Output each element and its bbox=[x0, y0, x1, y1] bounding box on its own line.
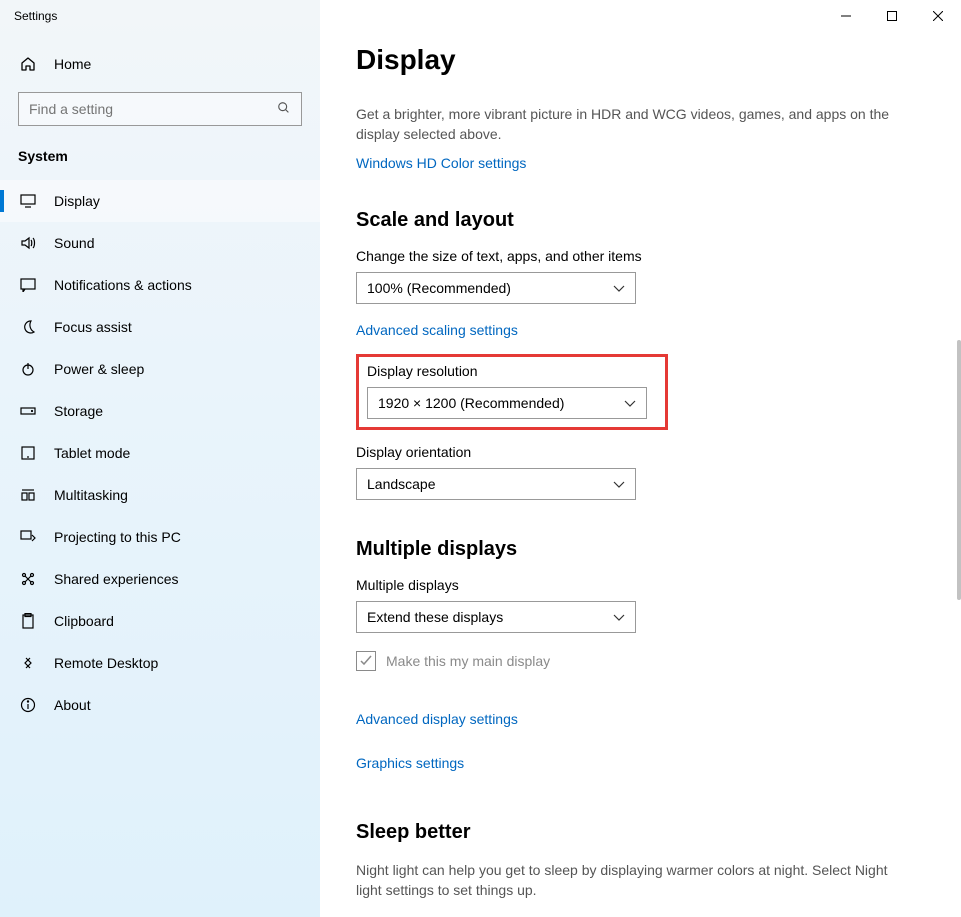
titlebar: Settings bbox=[0, 0, 961, 32]
text-size-select[interactable]: 100% (Recommended) bbox=[356, 272, 636, 304]
sidebar-item-storage[interactable]: Storage bbox=[0, 390, 320, 432]
power-icon bbox=[18, 361, 38, 377]
sidebar-item-label: Shared experiences bbox=[54, 571, 179, 587]
sidebar-item-label: About bbox=[54, 697, 91, 713]
resolution-value: 1920 × 1200 (Recommended) bbox=[378, 395, 564, 411]
sleep-text: Night light can help you get to sleep by… bbox=[356, 860, 916, 901]
sidebar-item-multitasking[interactable]: Multitasking bbox=[0, 474, 320, 516]
scrollbar-thumb[interactable] bbox=[957, 340, 961, 600]
multi-select[interactable]: Extend these displays bbox=[356, 601, 636, 633]
sidebar-item-clipboard[interactable]: Clipboard bbox=[0, 600, 320, 642]
chevron-down-icon bbox=[613, 609, 625, 625]
chevron-down-icon bbox=[613, 476, 625, 492]
info-icon bbox=[18, 697, 38, 713]
graphics-link[interactable]: Graphics settings bbox=[356, 755, 464, 771]
resolution-label: Display resolution bbox=[367, 363, 657, 379]
sidebar-item-label: Tablet mode bbox=[54, 445, 130, 461]
sidebar-item-label: Power & sleep bbox=[54, 361, 144, 377]
multi-label: Multiple displays bbox=[356, 577, 925, 593]
multitask-icon bbox=[18, 488, 38, 502]
project-icon bbox=[18, 530, 38, 544]
text-size-value: 100% (Recommended) bbox=[367, 280, 511, 296]
sidebar-item-remote[interactable]: Remote Desktop bbox=[0, 642, 320, 684]
advanced-display-link[interactable]: Advanced display settings bbox=[356, 711, 518, 727]
checkbox-label: Make this my main display bbox=[386, 653, 550, 669]
minimize-button[interactable] bbox=[823, 0, 869, 32]
sidebar-item-label: Multitasking bbox=[54, 487, 128, 503]
main-display-checkbox: Make this my main display bbox=[356, 651, 925, 671]
main-content: Display Get a brighter, more vibrant pic… bbox=[320, 0, 961, 917]
clipboard-icon bbox=[18, 613, 38, 629]
hdr-intro-text: Get a brighter, more vibrant picture in … bbox=[356, 104, 916, 145]
app-title: Settings bbox=[0, 9, 57, 23]
search-icon bbox=[277, 101, 291, 118]
search-input[interactable] bbox=[18, 92, 302, 126]
multi-heading: Multiple displays bbox=[356, 538, 925, 561]
search-field[interactable] bbox=[29, 101, 277, 117]
nav-list: Display Sound Notifications & actions Fo… bbox=[0, 180, 320, 726]
advanced-scaling-link[interactable]: Advanced scaling settings bbox=[356, 322, 518, 338]
orientation-select[interactable]: Landscape bbox=[356, 468, 636, 500]
home-icon bbox=[18, 56, 38, 72]
text-size-label: Change the size of text, apps, and other… bbox=[356, 248, 925, 264]
sidebar: Home System Display Sound Notification bbox=[0, 0, 320, 917]
sidebar-item-focus-assist[interactable]: Focus assist bbox=[0, 306, 320, 348]
shared-icon bbox=[18, 571, 38, 587]
maximize-button[interactable] bbox=[869, 0, 915, 32]
sidebar-item-projecting[interactable]: Projecting to this PC bbox=[0, 516, 320, 558]
sidebar-item-label: Focus assist bbox=[54, 319, 132, 335]
checkbox-icon bbox=[356, 651, 376, 671]
sidebar-item-notifications[interactable]: Notifications & actions bbox=[0, 264, 320, 306]
multi-value: Extend these displays bbox=[367, 609, 503, 625]
resolution-highlight: Display resolution 1920 × 1200 (Recommen… bbox=[356, 354, 668, 430]
home-label: Home bbox=[54, 56, 91, 72]
sidebar-item-label: Notifications & actions bbox=[54, 277, 192, 293]
remote-icon bbox=[18, 655, 38, 671]
orientation-value: Landscape bbox=[367, 476, 436, 492]
sidebar-item-display[interactable]: Display bbox=[0, 180, 320, 222]
category-label: System bbox=[0, 140, 320, 180]
page-title: Display bbox=[356, 44, 925, 76]
orientation-label: Display orientation bbox=[356, 444, 925, 460]
sidebar-item-tablet[interactable]: Tablet mode bbox=[0, 432, 320, 474]
resolution-select[interactable]: 1920 × 1200 (Recommended) bbox=[367, 387, 647, 419]
notifications-icon bbox=[18, 278, 38, 292]
scale-heading: Scale and layout bbox=[356, 209, 925, 232]
display-icon bbox=[18, 194, 38, 208]
sidebar-item-shared[interactable]: Shared experiences bbox=[0, 558, 320, 600]
sidebar-item-label: Sound bbox=[54, 235, 94, 251]
sidebar-item-label: Display bbox=[54, 193, 100, 209]
sidebar-item-label: Storage bbox=[54, 403, 103, 419]
sleep-heading: Sleep better bbox=[356, 821, 925, 844]
storage-icon bbox=[18, 406, 38, 416]
sidebar-item-sound[interactable]: Sound bbox=[0, 222, 320, 264]
tablet-icon bbox=[18, 446, 38, 460]
close-button[interactable] bbox=[915, 0, 961, 32]
sidebar-item-label: Remote Desktop bbox=[54, 655, 158, 671]
chevron-down-icon bbox=[613, 280, 625, 296]
home-button[interactable]: Home bbox=[0, 44, 320, 84]
hdr-link[interactable]: Windows HD Color settings bbox=[356, 155, 526, 171]
sidebar-item-label: Clipboard bbox=[54, 613, 114, 629]
moon-icon bbox=[18, 319, 38, 335]
window-controls bbox=[823, 0, 961, 32]
sidebar-item-about[interactable]: About bbox=[0, 684, 320, 726]
sidebar-item-label: Projecting to this PC bbox=[54, 529, 181, 545]
sidebar-item-power[interactable]: Power & sleep bbox=[0, 348, 320, 390]
sound-icon bbox=[18, 236, 38, 250]
chevron-down-icon bbox=[624, 395, 636, 411]
